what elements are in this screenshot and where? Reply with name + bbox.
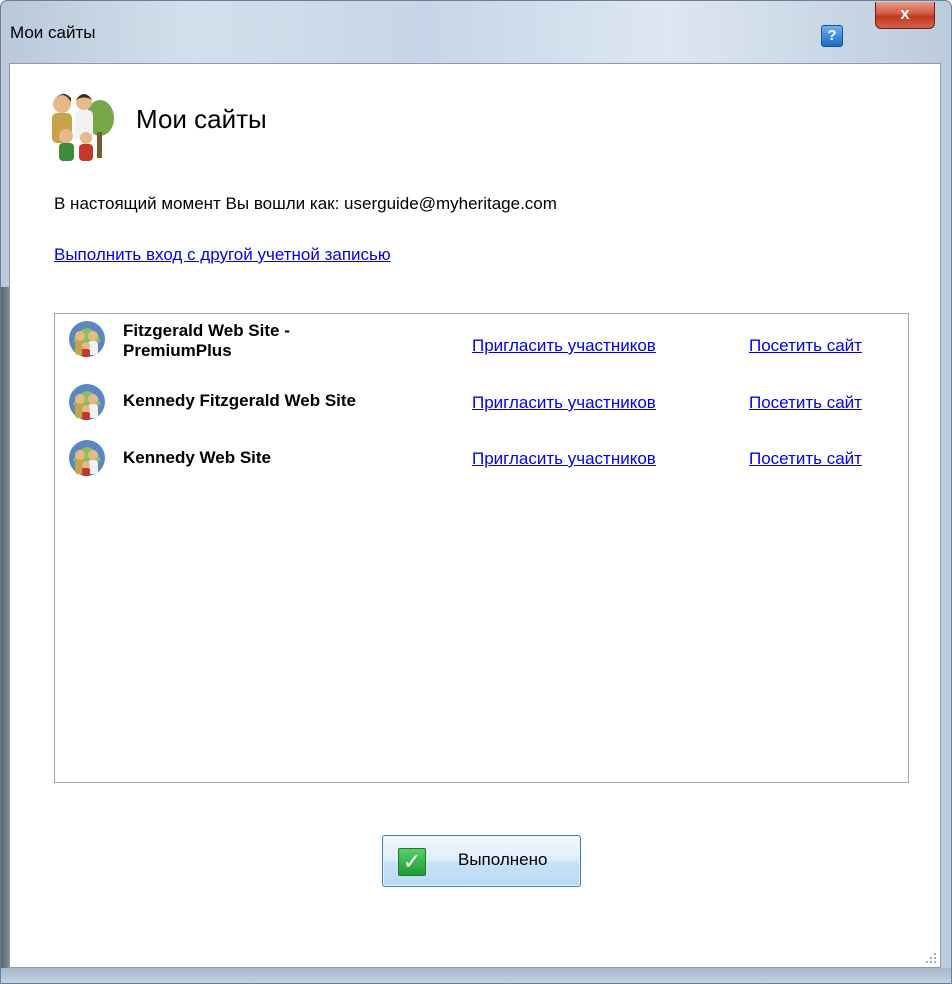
resize-grip-icon[interactable] [926,953,936,963]
window-frame-bottom [1,968,951,983]
invite-members-link[interactable]: Пригласить участников [472,336,656,356]
site-name: Fitzgerald Web Site - PremiumPlus [123,321,290,360]
close-button[interactable]: x [875,2,935,29]
done-button-label: Выполнено [458,850,548,869]
sites-list: Fitzgerald Web Site - PremiumPlus Пригла… [54,313,909,783]
window-frame-left [1,287,9,983]
login-status-text: В настоящий момент Вы вошли как: usergui… [54,194,557,213]
dialog-content: Мои сайты В настоящий момент Вы вошли ка… [9,63,941,968]
help-button[interactable]: ? [821,25,843,47]
site-icon [69,321,105,357]
done-button[interactable]: ✓ Выполнено [382,835,581,887]
site-name: Kennedy Web Site [123,448,271,467]
window-title: Мои сайты [10,23,96,42]
visit-site-link[interactable]: Посетить сайт [749,336,862,356]
invite-members-link[interactable]: Пригласить участников [472,449,656,469]
site-name: Kennedy Fitzgerald Web Site [123,391,357,410]
dialog-window: Мои сайты ? x Мои сайты В настоящий моме… [0,0,952,984]
site-row: Fitzgerald Web Site - PremiumPlus Пригла… [55,317,908,361]
site-icon [69,440,105,476]
switch-account-link[interactable]: Выполнить вход с другой учетной записью [54,245,391,265]
check-icon: ✓ [398,848,426,876]
title-bar[interactable]: Мои сайты ? x [1,1,951,63]
family-icon [52,93,114,161]
site-icon [69,384,105,420]
page-title: Мои сайты [136,104,267,134]
visit-site-link[interactable]: Посетить сайт [749,449,862,469]
site-row: Kennedy Fitzgerald Web Site Пригласить у… [55,380,908,424]
site-row: Kennedy Web Site Пригласить участников П… [55,436,908,480]
invite-members-link[interactable]: Пригласить участников [472,393,656,413]
visit-site-link[interactable]: Посетить сайт [749,393,862,413]
